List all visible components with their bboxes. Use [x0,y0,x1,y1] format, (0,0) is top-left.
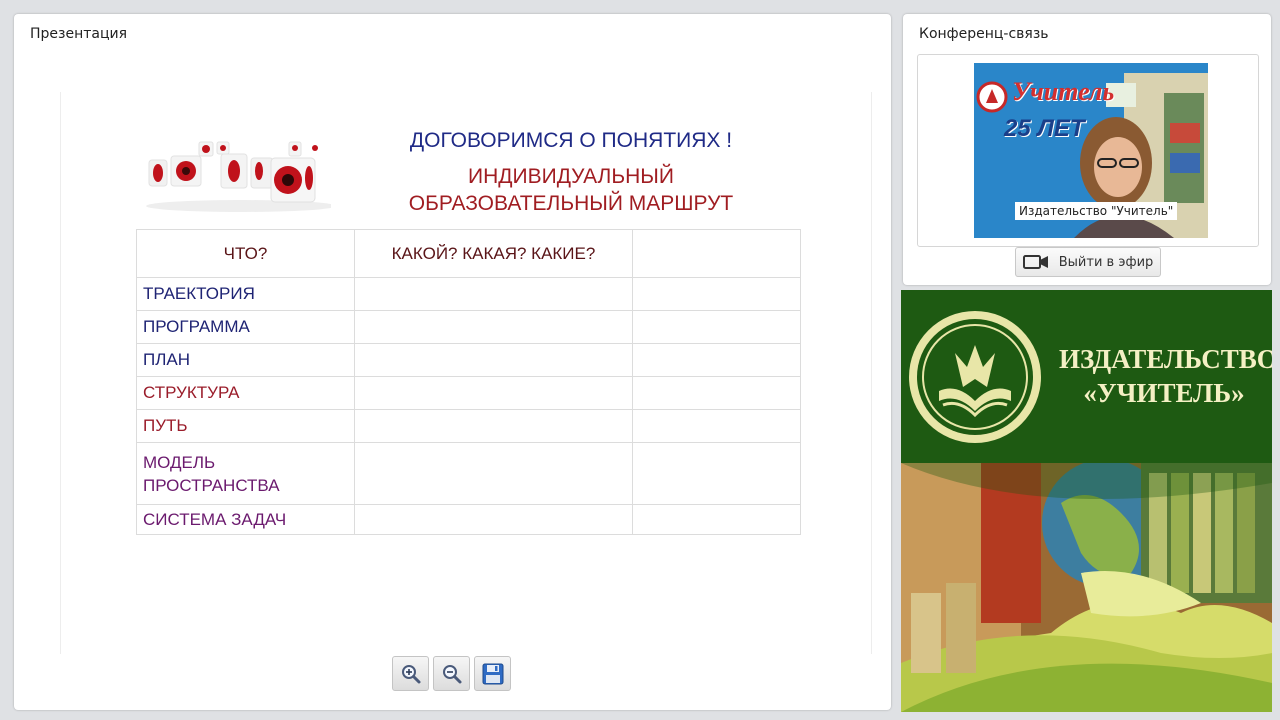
table-cell [632,504,801,535]
concept-label: ПУТЬ [136,409,355,443]
presentation-panel: Презентация ДОГОВОРИМСЯ О ПОНЯТИЯХ ! ИНД… [14,14,891,710]
slide-subheading: ИНДИВИДУАЛЬНЫЙ ОБРАЗОВАТЕЛЬНЫЙ МАРШРУТ [361,163,781,217]
concept-label: ПЛАН [136,343,355,377]
table-cell [632,277,801,311]
table-cell [354,277,633,311]
zoom-out-icon [442,664,461,683]
slide: ДОГОВОРИМСЯ О ПОНЯТИЯХ ! ИНДИВИДУАЛЬНЫЙ … [60,92,872,654]
table-cell [354,409,633,443]
camera-icon [1022,255,1048,269]
table-row: МОДЕЛЬ ПРОСТРАНСТВА [136,442,801,505]
concept-label: МОДЕЛЬ ПРОСТРАНСТВА [136,442,355,505]
table-row: ПЛАН [136,343,801,377]
table-cell [632,409,801,443]
go-live-button[interactable]: Выйти в эфир [1015,247,1161,277]
table-header-cell: ЧТО? [136,229,355,278]
slide-subheading-line1: ИНДИВИДУАЛЬНЫЙ [468,165,674,188]
publisher-logo-icon [909,311,1041,443]
save-button[interactable] [474,656,511,691]
table-cell [354,376,633,410]
table-row: ПРОГРАММА [136,310,801,344]
table-cell [354,343,633,377]
conference-panel: Конференц-связь Учитель 25 ЛЕТ Издательс [903,14,1271,285]
table-row: ПУТЬ [136,409,801,443]
banner-header: ИЗДАТЕЛЬСТВО «УЧИТЕЛЬ» [901,290,1272,463]
concept-label: ТРАЕКТОРИЯ [136,277,355,311]
go-live-label: Выйти в эфир [1058,254,1154,270]
slide-subheading-line2: ОБРАЗОВАТЕЛЬНЫЙ МАРШРУТ [408,192,734,215]
banner-title-line2: «УЧИТЕЛЬ» [1083,378,1245,408]
table-cell [632,343,801,377]
table-row: ТРАЕКТОРИЯ [136,277,801,311]
concept-label-line2: ПРОСТРАНСТВА [143,475,280,495]
concept-label: СИСТЕМА ЗАДАЧ [136,504,355,535]
table-cell [354,442,633,505]
concepts-table: ЧТО? КАКОЙ? КАКАЯ? КАКИЕ? ТРАЕКТОРИЯ ПРО… [136,229,801,535]
table-cell [632,376,801,410]
table-cell [354,310,633,344]
table-header-cell: КАКОЙ? КАКАЯ? КАКИЕ? [354,229,633,278]
floppy-disk-icon [482,663,503,684]
publisher-banner[interactable]: ИЗДАТЕЛЬСТВО «УЧИТЕЛЬ» [901,290,1272,712]
poster-brand: Учитель [1012,77,1115,106]
slide-heading: ДОГОВОРИМСЯ О ПОНЯТИЯХ ! [409,129,733,152]
concept-label: ПРОГРАММА [136,310,355,344]
zoom-out-button[interactable] [433,656,470,691]
books-globe-illustration [901,463,1272,712]
banner-title-line1: ИЗДАТЕЛЬСТВО [1059,344,1272,374]
table-header-cell [632,229,801,278]
table-cell [632,442,801,505]
concept-label: СТРУКТУРА [136,376,355,410]
poster-years: 25 ЛЕТ [1004,115,1085,142]
dice-illustration [146,141,331,212]
table-cell [354,504,633,535]
zoom-in-button[interactable] [392,656,429,691]
video-caption: Издательство "Учитель" [1015,202,1178,220]
table-row: СИСТЕМА ЗАДАЧ [136,504,801,535]
presentation-toolbar [392,656,511,691]
zoom-in-icon [401,664,420,683]
presentation-title: Презентация [30,26,128,42]
table-header-row: ЧТО? КАКОЙ? КАКАЯ? КАКИЕ? [136,229,801,278]
video-frame: Учитель 25 ЛЕТ Издательство "Учитель" [917,54,1259,247]
table-row: СТРУКТУРА [136,376,801,410]
concept-label-line1: МОДЕЛЬ [143,452,216,472]
conference-title: Конференц-связь [919,26,1049,42]
table-cell [632,310,801,344]
